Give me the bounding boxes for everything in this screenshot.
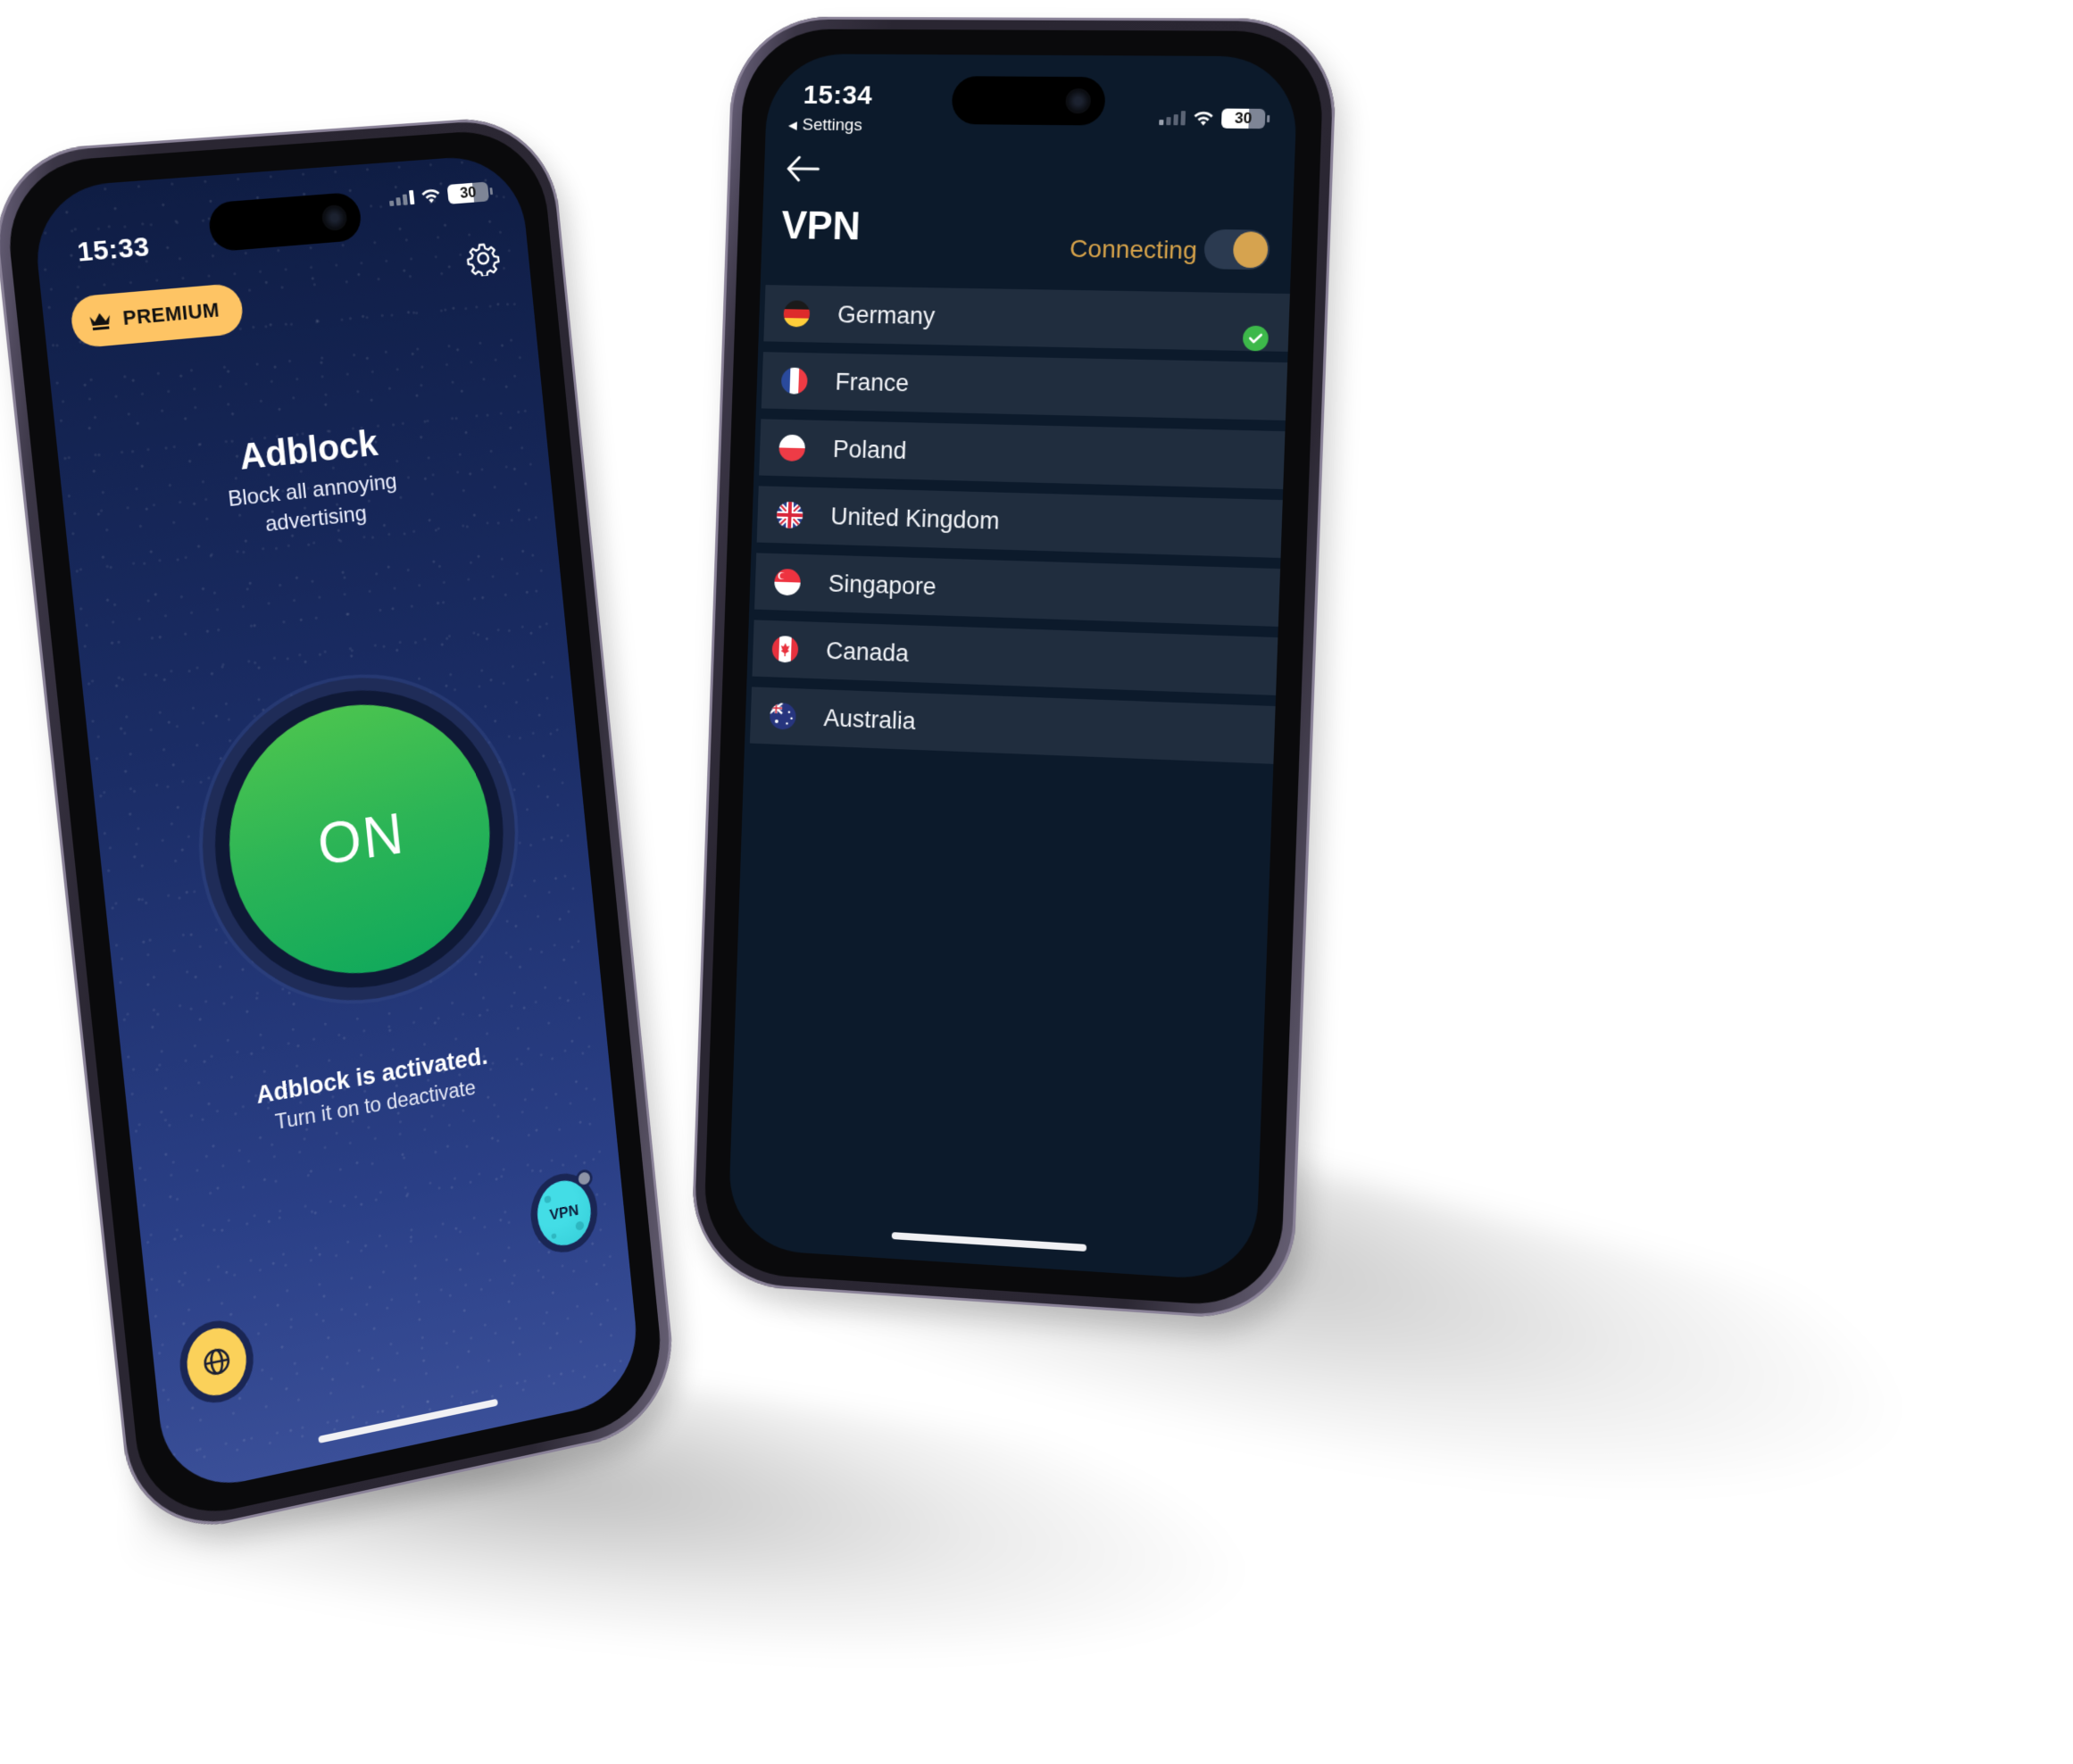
phone-bezel: 15:33 30 PREMIUM Adblock Block all annoy… (1, 126, 668, 1528)
back-triangle-icon: ◀ (787, 118, 798, 132)
vpn-status-dot (575, 1168, 594, 1189)
page-title: VPN (780, 204, 862, 249)
wifi-icon (420, 188, 440, 204)
country-row-france[interactable]: France (761, 352, 1288, 420)
hero: Adblock Block all annoying advertising (58, 407, 554, 562)
gear-icon[interactable] (464, 239, 502, 278)
connection-status: Connecting (1069, 234, 1198, 264)
camera (1065, 88, 1092, 114)
check-icon (1242, 325, 1270, 352)
status-icons: 30 (1159, 108, 1266, 129)
home-indicator[interactable] (318, 1398, 498, 1444)
country-name: United Kingdom (829, 502, 1001, 535)
back-app-label: Settings (802, 115, 863, 136)
vpn-button[interactable]: VPN (534, 1168, 595, 1251)
flag-australia-icon (769, 702, 796, 730)
country-name: Singapore (828, 570, 937, 600)
flag-singapore-icon (773, 568, 802, 596)
country-row-poland[interactable]: Poland (759, 419, 1286, 489)
arrow-left-icon[interactable] (783, 153, 822, 185)
vpn-screen: 15:34 ◀ Settings 30 VPN Connecting Germa… (727, 54, 1299, 1283)
premium-label: PREMIUM (121, 298, 221, 330)
country-name: Poland (832, 435, 907, 464)
camera (321, 204, 348, 232)
flag-poland-icon (778, 434, 806, 462)
phone-bezel: 15:34 ◀ Settings 30 VPN Connecting Germa… (702, 29, 1325, 1310)
crown-icon (89, 312, 112, 331)
status-icons: 30 (388, 181, 490, 209)
flag-germany-icon (783, 300, 811, 328)
home-indicator[interactable] (891, 1232, 1087, 1252)
adblock-state: Adblock is activated. Turn it on to deac… (127, 1022, 611, 1161)
flag-uk-icon (776, 501, 803, 529)
country-row-singapore[interactable]: Singapore (754, 553, 1281, 627)
browser-button[interactable] (183, 1322, 250, 1402)
planet-spot (575, 1220, 585, 1231)
country-row-australia[interactable]: Australia (749, 686, 1276, 764)
adblock-screen: 15:33 30 PREMIUM Adblock Block all annoy… (29, 153, 643, 1498)
status-time: 15:34 (803, 80, 873, 111)
back-to-settings-link[interactable]: ◀ Settings (788, 116, 862, 137)
battery-indicator: 30 (446, 181, 490, 204)
vpn-button-label: VPN (548, 1202, 579, 1224)
country-name: Australia (823, 703, 917, 735)
dynamic-island (951, 76, 1106, 126)
status-time: 15:33 (75, 231, 152, 268)
country-row-germany[interactable]: Germany (763, 285, 1290, 352)
planet-spot (544, 1195, 552, 1204)
planet-spot (551, 1233, 557, 1240)
flag-france-icon (780, 367, 808, 395)
country-name: France (835, 368, 910, 396)
cellular-signal-icon (1159, 111, 1186, 126)
country-list: Germany France Poland United Kingdom Sin… (749, 285, 1290, 775)
vpn-toggle[interactable] (1203, 229, 1270, 270)
power-toggle-frame: ON (186, 659, 530, 1025)
phone-adblock: 15:33 30 PREMIUM Adblock Block all annoy… (0, 113, 680, 1544)
phone-vpn: 15:34 ◀ Settings 30 VPN Connecting Germa… (689, 16, 1338, 1323)
dynamic-island (206, 191, 363, 253)
wifi-icon (1194, 112, 1213, 126)
country-name: Germany (837, 300, 936, 329)
country-name: Canada (825, 637, 910, 667)
country-row-united-kingdom[interactable]: United Kingdom (756, 486, 1283, 558)
country-row-canada[interactable]: Canada (752, 620, 1278, 695)
flag-canada-icon (771, 635, 799, 663)
toggle-knob (1232, 231, 1269, 269)
globe-icon (200, 1344, 233, 1380)
premium-badge[interactable]: PREMIUM (69, 282, 246, 349)
battery-indicator: 30 (1220, 108, 1266, 129)
cellular-signal-icon (388, 189, 415, 207)
